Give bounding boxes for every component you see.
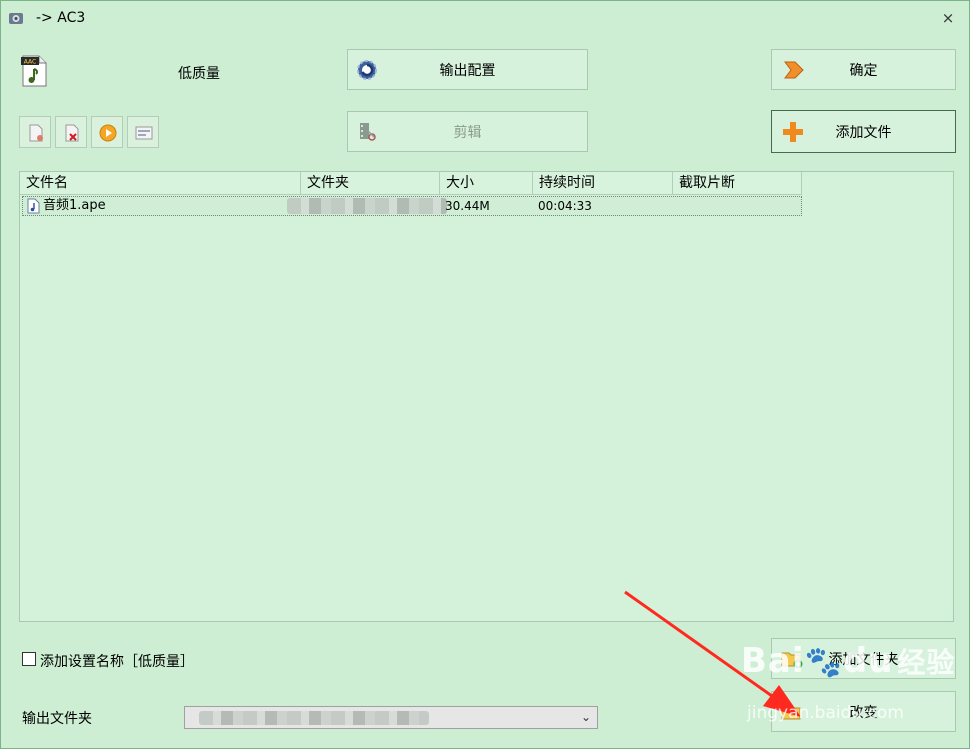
duration-cell: 00:04:33 bbox=[538, 199, 592, 213]
add-setting-name-checkbox[interactable] bbox=[22, 652, 36, 666]
edit-label: 剪辑 bbox=[453, 124, 482, 141]
size-cell: 30.44M bbox=[445, 199, 490, 213]
change-button[interactable]: 改变 bbox=[771, 691, 956, 732]
audio-file-icon bbox=[27, 198, 40, 214]
remove-file-icon bbox=[29, 124, 43, 142]
aac-file-icon: AAC bbox=[21, 55, 47, 87]
ok-button[interactable]: 确定 bbox=[771, 49, 956, 90]
add-folder-button[interactable]: 添加文件夹 bbox=[771, 638, 956, 679]
file-list[interactable]: 文件名 文件夹 大小 持续时间 截取片断 音频1.ape 30.44M 00:0… bbox=[19, 171, 954, 622]
info-icon bbox=[135, 126, 153, 140]
output-path-redacted-block bbox=[199, 711, 429, 725]
delete-file-button[interactable] bbox=[55, 116, 87, 148]
add-folder-label: 添加文件夹 bbox=[828, 651, 899, 668]
output-config-button[interactable]: 输出配置 bbox=[347, 49, 588, 90]
column-header-size[interactable]: 大小 bbox=[440, 172, 533, 195]
delete-file-icon bbox=[65, 124, 79, 142]
add-file-label: 添加文件 bbox=[835, 124, 892, 141]
title-bar: -> AC3 × bbox=[1, 1, 969, 35]
info-button[interactable] bbox=[127, 116, 159, 148]
close-button[interactable]: × bbox=[937, 7, 959, 29]
aac-badge: AAC bbox=[24, 59, 36, 66]
add-file-button[interactable]: 添加文件 bbox=[771, 110, 956, 153]
column-header-clip[interactable]: 截取片断 bbox=[673, 172, 802, 195]
edit-button[interactable]: 剪辑 bbox=[347, 111, 588, 152]
column-header-folder[interactable]: 文件夹 bbox=[301, 172, 440, 195]
output-config-label: 输出配置 bbox=[439, 62, 496, 79]
folder-redacted-block bbox=[287, 198, 447, 214]
converter-window: -> AC3 × AAC 低质量 输出配置 确定 剪辑 添加文件 文件名 文件夹… bbox=[0, 0, 970, 749]
play-button[interactable] bbox=[91, 116, 123, 148]
column-header-filename[interactable]: 文件名 bbox=[20, 172, 301, 195]
column-header-duration[interactable]: 持续时间 bbox=[533, 172, 673, 195]
preset-quality-label: 低质量 bbox=[178, 66, 220, 82]
output-folder-label: 输出文件夹 bbox=[22, 711, 92, 727]
output-folder-select[interactable]: ⌄ bbox=[184, 706, 598, 729]
table-row[interactable]: 音频1.ape 30.44M 00:04:33 bbox=[22, 196, 802, 216]
file-name-cell: 音频1.ape bbox=[43, 198, 106, 213]
add-setting-name-label: 添加设置名称［低质量］ bbox=[40, 654, 194, 670]
app-icon bbox=[9, 13, 23, 24]
window-title: -> AC3 bbox=[36, 10, 86, 26]
play-icon bbox=[99, 124, 117, 142]
file-list-header: 文件名 文件夹 大小 持续时间 截取片断 bbox=[20, 172, 802, 195]
ok-label: 确定 bbox=[849, 62, 878, 79]
change-label: 改变 bbox=[849, 704, 878, 721]
chevron-down-icon: ⌄ bbox=[580, 710, 591, 724]
remove-file-button[interactable] bbox=[19, 116, 51, 148]
